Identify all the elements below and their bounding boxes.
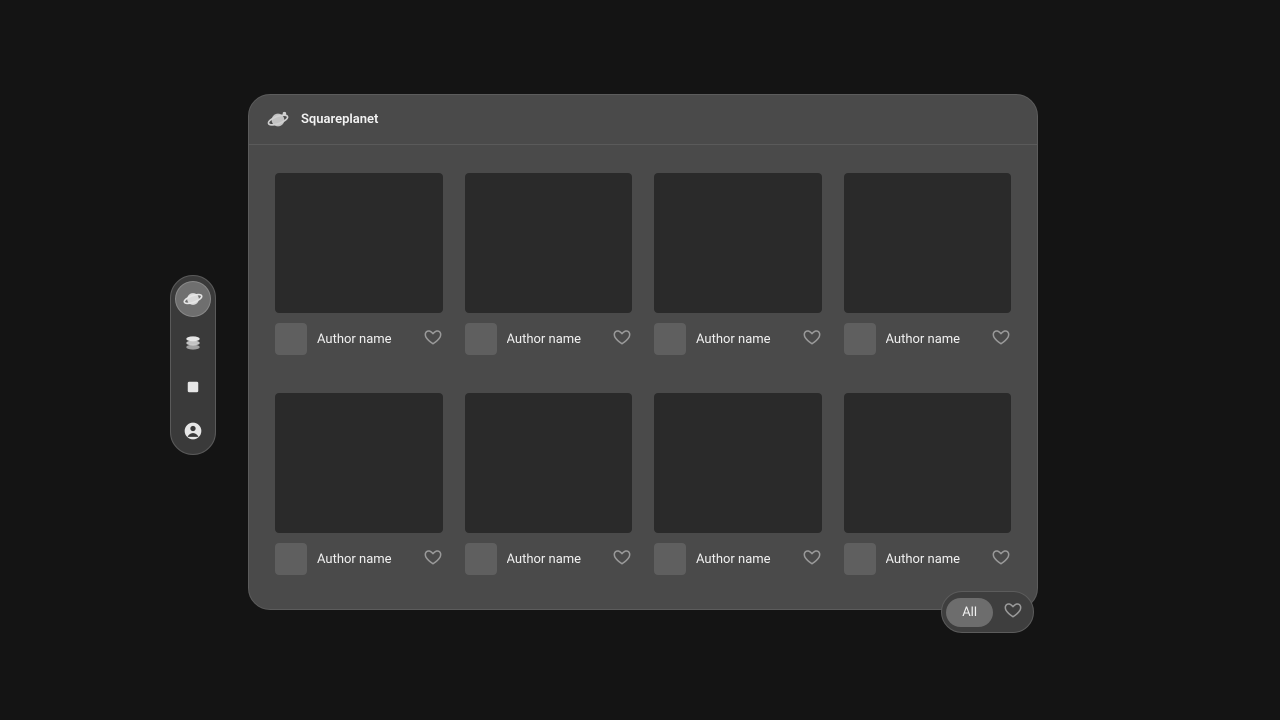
heart-icon bbox=[424, 548, 442, 570]
panel-header: Squareplanet bbox=[249, 95, 1037, 145]
heart-icon bbox=[992, 328, 1010, 350]
heart-icon bbox=[613, 548, 631, 570]
favorite-button[interactable] bbox=[423, 549, 443, 569]
sidebar-dock bbox=[170, 275, 216, 455]
card[interactable]: Author name bbox=[275, 393, 443, 575]
card[interactable]: Author name bbox=[844, 173, 1012, 355]
heart-icon bbox=[424, 328, 442, 350]
filter-favorites-button[interactable] bbox=[1003, 602, 1023, 622]
card-thumbnail[interactable] bbox=[844, 393, 1012, 533]
panel-title: Squareplanet bbox=[301, 112, 378, 127]
user-icon bbox=[183, 421, 203, 441]
planet-icon bbox=[183, 289, 203, 309]
main-panel: Squareplanet Author name bbox=[248, 94, 1038, 610]
author-label: Author name bbox=[886, 332, 982, 347]
favorite-button[interactable] bbox=[802, 329, 822, 349]
author-label: Author name bbox=[317, 332, 413, 347]
card-meta: Author name bbox=[275, 543, 443, 575]
card[interactable]: Author name bbox=[654, 173, 822, 355]
heart-icon bbox=[803, 548, 821, 570]
dock-item-layers[interactable] bbox=[176, 326, 210, 360]
layers-icon bbox=[183, 333, 203, 353]
card[interactable]: Author name bbox=[844, 393, 1012, 575]
filter-pill: All bbox=[941, 591, 1034, 633]
card-meta: Author name bbox=[465, 323, 633, 355]
card-thumbnail[interactable] bbox=[275, 173, 443, 313]
favorite-button[interactable] bbox=[423, 329, 443, 349]
author-label: Author name bbox=[696, 552, 792, 567]
card-meta: Author name bbox=[654, 323, 822, 355]
card-thumbnail[interactable] bbox=[654, 173, 822, 313]
favorite-button[interactable] bbox=[612, 549, 632, 569]
card-meta: Author name bbox=[844, 543, 1012, 575]
filter-all-button[interactable]: All bbox=[946, 598, 993, 627]
card-thumbnail[interactable] bbox=[465, 173, 633, 313]
card-meta: Author name bbox=[275, 323, 443, 355]
card-grid: Author name Author name bbox=[275, 173, 1011, 575]
card-meta: Author name bbox=[654, 543, 822, 575]
dock-item-apps[interactable] bbox=[176, 370, 210, 404]
heart-icon bbox=[1004, 601, 1022, 623]
card-thumbnail[interactable] bbox=[465, 393, 633, 533]
card[interactable]: Author name bbox=[465, 173, 633, 355]
favorite-button[interactable] bbox=[991, 549, 1011, 569]
dock-item-home[interactable] bbox=[176, 282, 210, 316]
heart-icon bbox=[613, 328, 631, 350]
avatar[interactable] bbox=[844, 543, 876, 575]
avatar[interactable] bbox=[275, 323, 307, 355]
author-label: Author name bbox=[696, 332, 792, 347]
dock-item-profile[interactable] bbox=[176, 414, 210, 448]
avatar[interactable] bbox=[465, 543, 497, 575]
card-thumbnail[interactable] bbox=[275, 393, 443, 533]
card-meta: Author name bbox=[844, 323, 1012, 355]
square-icon bbox=[184, 378, 202, 396]
avatar[interactable] bbox=[844, 323, 876, 355]
author-label: Author name bbox=[507, 552, 603, 567]
avatar[interactable] bbox=[654, 543, 686, 575]
heart-icon bbox=[992, 548, 1010, 570]
author-label: Author name bbox=[317, 552, 413, 567]
card-meta: Author name bbox=[465, 543, 633, 575]
panel-body: Author name Author name bbox=[249, 145, 1037, 609]
card[interactable]: Author name bbox=[465, 393, 633, 575]
avatar[interactable] bbox=[654, 323, 686, 355]
favorite-button[interactable] bbox=[802, 549, 822, 569]
planet-icon bbox=[267, 109, 289, 131]
author-label: Author name bbox=[507, 332, 603, 347]
card[interactable]: Author name bbox=[654, 393, 822, 575]
favorite-button[interactable] bbox=[612, 329, 632, 349]
card-thumbnail[interactable] bbox=[654, 393, 822, 533]
card-thumbnail[interactable] bbox=[844, 173, 1012, 313]
avatar[interactable] bbox=[465, 323, 497, 355]
author-label: Author name bbox=[886, 552, 982, 567]
avatar[interactable] bbox=[275, 543, 307, 575]
card[interactable]: Author name bbox=[275, 173, 443, 355]
heart-icon bbox=[803, 328, 821, 350]
favorite-button[interactable] bbox=[991, 329, 1011, 349]
